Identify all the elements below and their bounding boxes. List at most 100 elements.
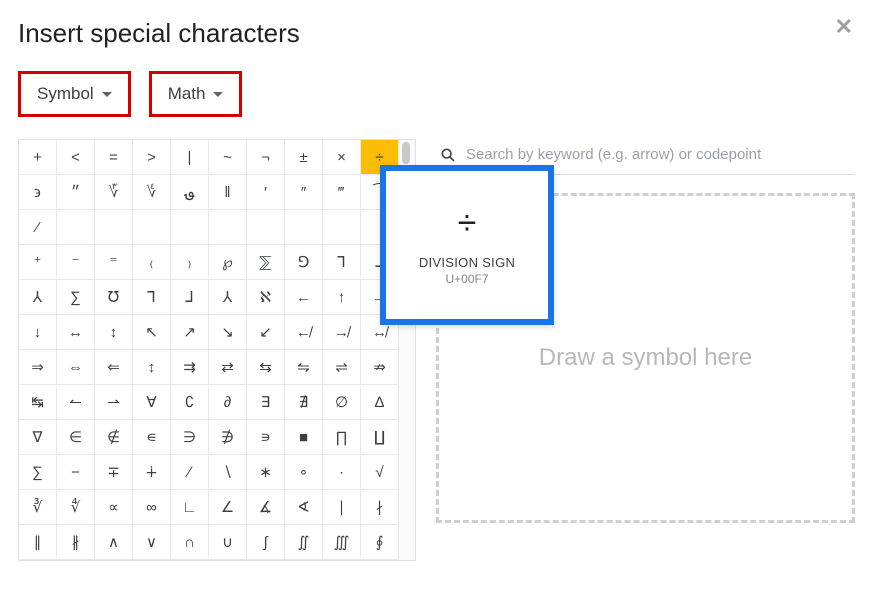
character-cell[interactable]: ⁼	[95, 245, 133, 280]
character-cell[interactable]: ∙	[323, 455, 361, 490]
character-cell[interactable]: ∟	[171, 490, 209, 525]
character-cell[interactable]: ⇔	[57, 350, 95, 385]
character-cell[interactable]	[57, 210, 95, 245]
character-cell[interactable]: ∈	[57, 420, 95, 455]
character-cell[interactable]: ↕	[95, 315, 133, 350]
character-cell[interactable]: ⇀	[95, 385, 133, 420]
character-cell[interactable]: ∜	[57, 490, 95, 525]
character-cell[interactable]: ⇒	[19, 350, 57, 385]
character-cell[interactable]: <	[57, 140, 95, 175]
character-cell[interactable]: ′	[247, 175, 285, 210]
character-cell[interactable]: ⁻	[57, 245, 95, 280]
character-cell[interactable]: −	[57, 455, 95, 490]
subcategory-dropdown[interactable]: Math	[149, 71, 243, 117]
character-cell[interactable]: ↓	[19, 315, 57, 350]
character-cell[interactable]: ∉	[95, 420, 133, 455]
character-cell[interactable]	[171, 210, 209, 245]
character-cell[interactable]: ∖	[209, 455, 247, 490]
character-cell[interactable]: ∬	[285, 525, 323, 560]
character-cell[interactable]: ⁄	[19, 210, 57, 245]
character-cell[interactable]: ∦	[57, 525, 95, 560]
character-cell[interactable]: ∛	[19, 490, 57, 525]
character-cell[interactable]: ~	[209, 140, 247, 175]
character-cell[interactable]: ℘	[209, 245, 247, 280]
character-cell[interactable]: ↗	[171, 315, 209, 350]
character-cell[interactable]: ∕	[171, 455, 209, 490]
character-cell[interactable]	[209, 210, 247, 245]
character-cell[interactable]: ←	[285, 280, 323, 315]
character-cell[interactable]: ‴	[323, 175, 361, 210]
character-cell[interactable]: ∑	[19, 455, 57, 490]
character-cell[interactable]: =	[95, 140, 133, 175]
character-cell[interactable]: ؈	[171, 175, 209, 210]
character-cell[interactable]: ⇐	[95, 350, 133, 385]
scrollbar-thumb[interactable]	[402, 142, 410, 164]
category-dropdown[interactable]: Symbol	[18, 71, 131, 117]
character-cell[interactable]: ∁	[171, 385, 209, 420]
character-cell[interactable]	[285, 210, 323, 245]
character-cell[interactable]: ⁺	[19, 245, 57, 280]
close-icon[interactable]: ✕	[835, 14, 853, 40]
character-cell[interactable]: ∤	[361, 490, 399, 525]
character-cell[interactable]: ∊	[133, 420, 171, 455]
character-cell[interactable]	[323, 210, 361, 245]
character-cell[interactable]: ∠	[209, 490, 247, 525]
character-cell[interactable]: ∥	[19, 525, 57, 560]
character-cell[interactable]: +	[19, 140, 57, 175]
character-cell[interactable]: ∓	[95, 455, 133, 490]
character-cell[interactable]: ₎	[171, 245, 209, 280]
character-cell[interactable]: ∮	[361, 525, 399, 560]
character-cell[interactable]: ∫	[247, 525, 285, 560]
character-cell[interactable]: ↔	[57, 315, 95, 350]
character-cell[interactable]: ″	[285, 175, 323, 210]
character-cell[interactable]: ∭	[323, 525, 361, 560]
character-cell[interactable]: ⅂	[133, 280, 171, 315]
character-cell[interactable]: ↼	[57, 385, 95, 420]
character-cell[interactable]: ϶	[19, 175, 57, 210]
character-cell[interactable]: ״	[57, 175, 95, 210]
character-cell[interactable]: ↹	[19, 385, 57, 420]
character-cell[interactable]: ⇆	[247, 350, 285, 385]
character-cell[interactable]: ∔	[133, 455, 171, 490]
character-cell[interactable]: ∘	[285, 455, 323, 490]
character-cell[interactable]: ∆	[361, 385, 399, 420]
character-cell[interactable]: ₍	[133, 245, 171, 280]
character-cell[interactable]: ∑	[57, 280, 95, 315]
character-cell[interactable]: ↑	[323, 280, 361, 315]
character-cell[interactable]: ↕	[133, 350, 171, 385]
character-cell[interactable]: ‖	[209, 175, 247, 210]
character-cell[interactable]: ∝	[95, 490, 133, 525]
character-cell[interactable]: ∅	[323, 385, 361, 420]
character-cell[interactable]: ℧	[95, 280, 133, 315]
character-cell[interactable]: √	[361, 455, 399, 490]
character-cell[interactable]: ¬	[247, 140, 285, 175]
character-cell[interactable]: >	[133, 140, 171, 175]
character-cell[interactable]: ⇋	[285, 350, 323, 385]
character-cell[interactable]: ∋	[171, 420, 209, 455]
character-cell[interactable]: ∃	[247, 385, 285, 420]
character-cell[interactable]: ∡	[247, 490, 285, 525]
character-cell[interactable]: |	[171, 140, 209, 175]
character-cell[interactable]: ∌	[209, 420, 247, 455]
character-cell[interactable]	[133, 210, 171, 245]
character-cell[interactable]: ⇄	[209, 350, 247, 385]
character-cell[interactable]: ↙	[247, 315, 285, 350]
character-cell[interactable]: ؇	[133, 175, 171, 210]
character-cell[interactable]: ⅁	[285, 245, 323, 280]
character-cell[interactable]: ℵ	[247, 280, 285, 315]
character-cell[interactable]: ⅄	[19, 280, 57, 315]
character-cell[interactable]: ∗	[247, 455, 285, 490]
character-cell[interactable]: ⅀	[247, 245, 285, 280]
character-cell[interactable]: ⇏	[361, 350, 399, 385]
character-cell[interactable]: ↖	[133, 315, 171, 350]
character-cell[interactable]: ∇	[19, 420, 57, 455]
character-cell[interactable]: ∀	[133, 385, 171, 420]
character-cell[interactable]	[247, 210, 285, 245]
character-cell[interactable]: ∂	[209, 385, 247, 420]
character-cell[interactable]: ؆	[95, 175, 133, 210]
character-cell[interactable]: ∩	[171, 525, 209, 560]
character-cell[interactable]: ∣	[323, 490, 361, 525]
character-cell[interactable]: ↘	[209, 315, 247, 350]
character-cell[interactable]: ∐	[361, 420, 399, 455]
search-input[interactable]	[464, 145, 851, 164]
